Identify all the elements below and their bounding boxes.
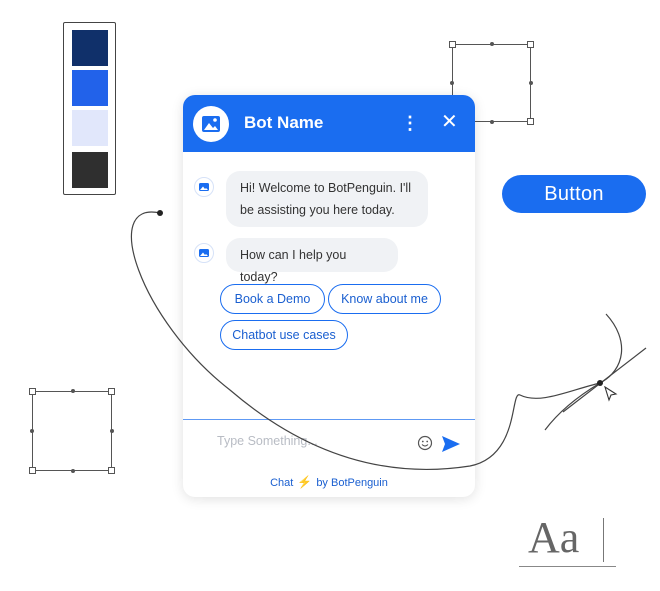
typography-sample: Aa [528, 513, 580, 562]
baseline [519, 566, 616, 567]
text-cursor [603, 518, 604, 562]
bezier-path [130, 210, 647, 470]
cursor-icon [604, 386, 618, 402]
